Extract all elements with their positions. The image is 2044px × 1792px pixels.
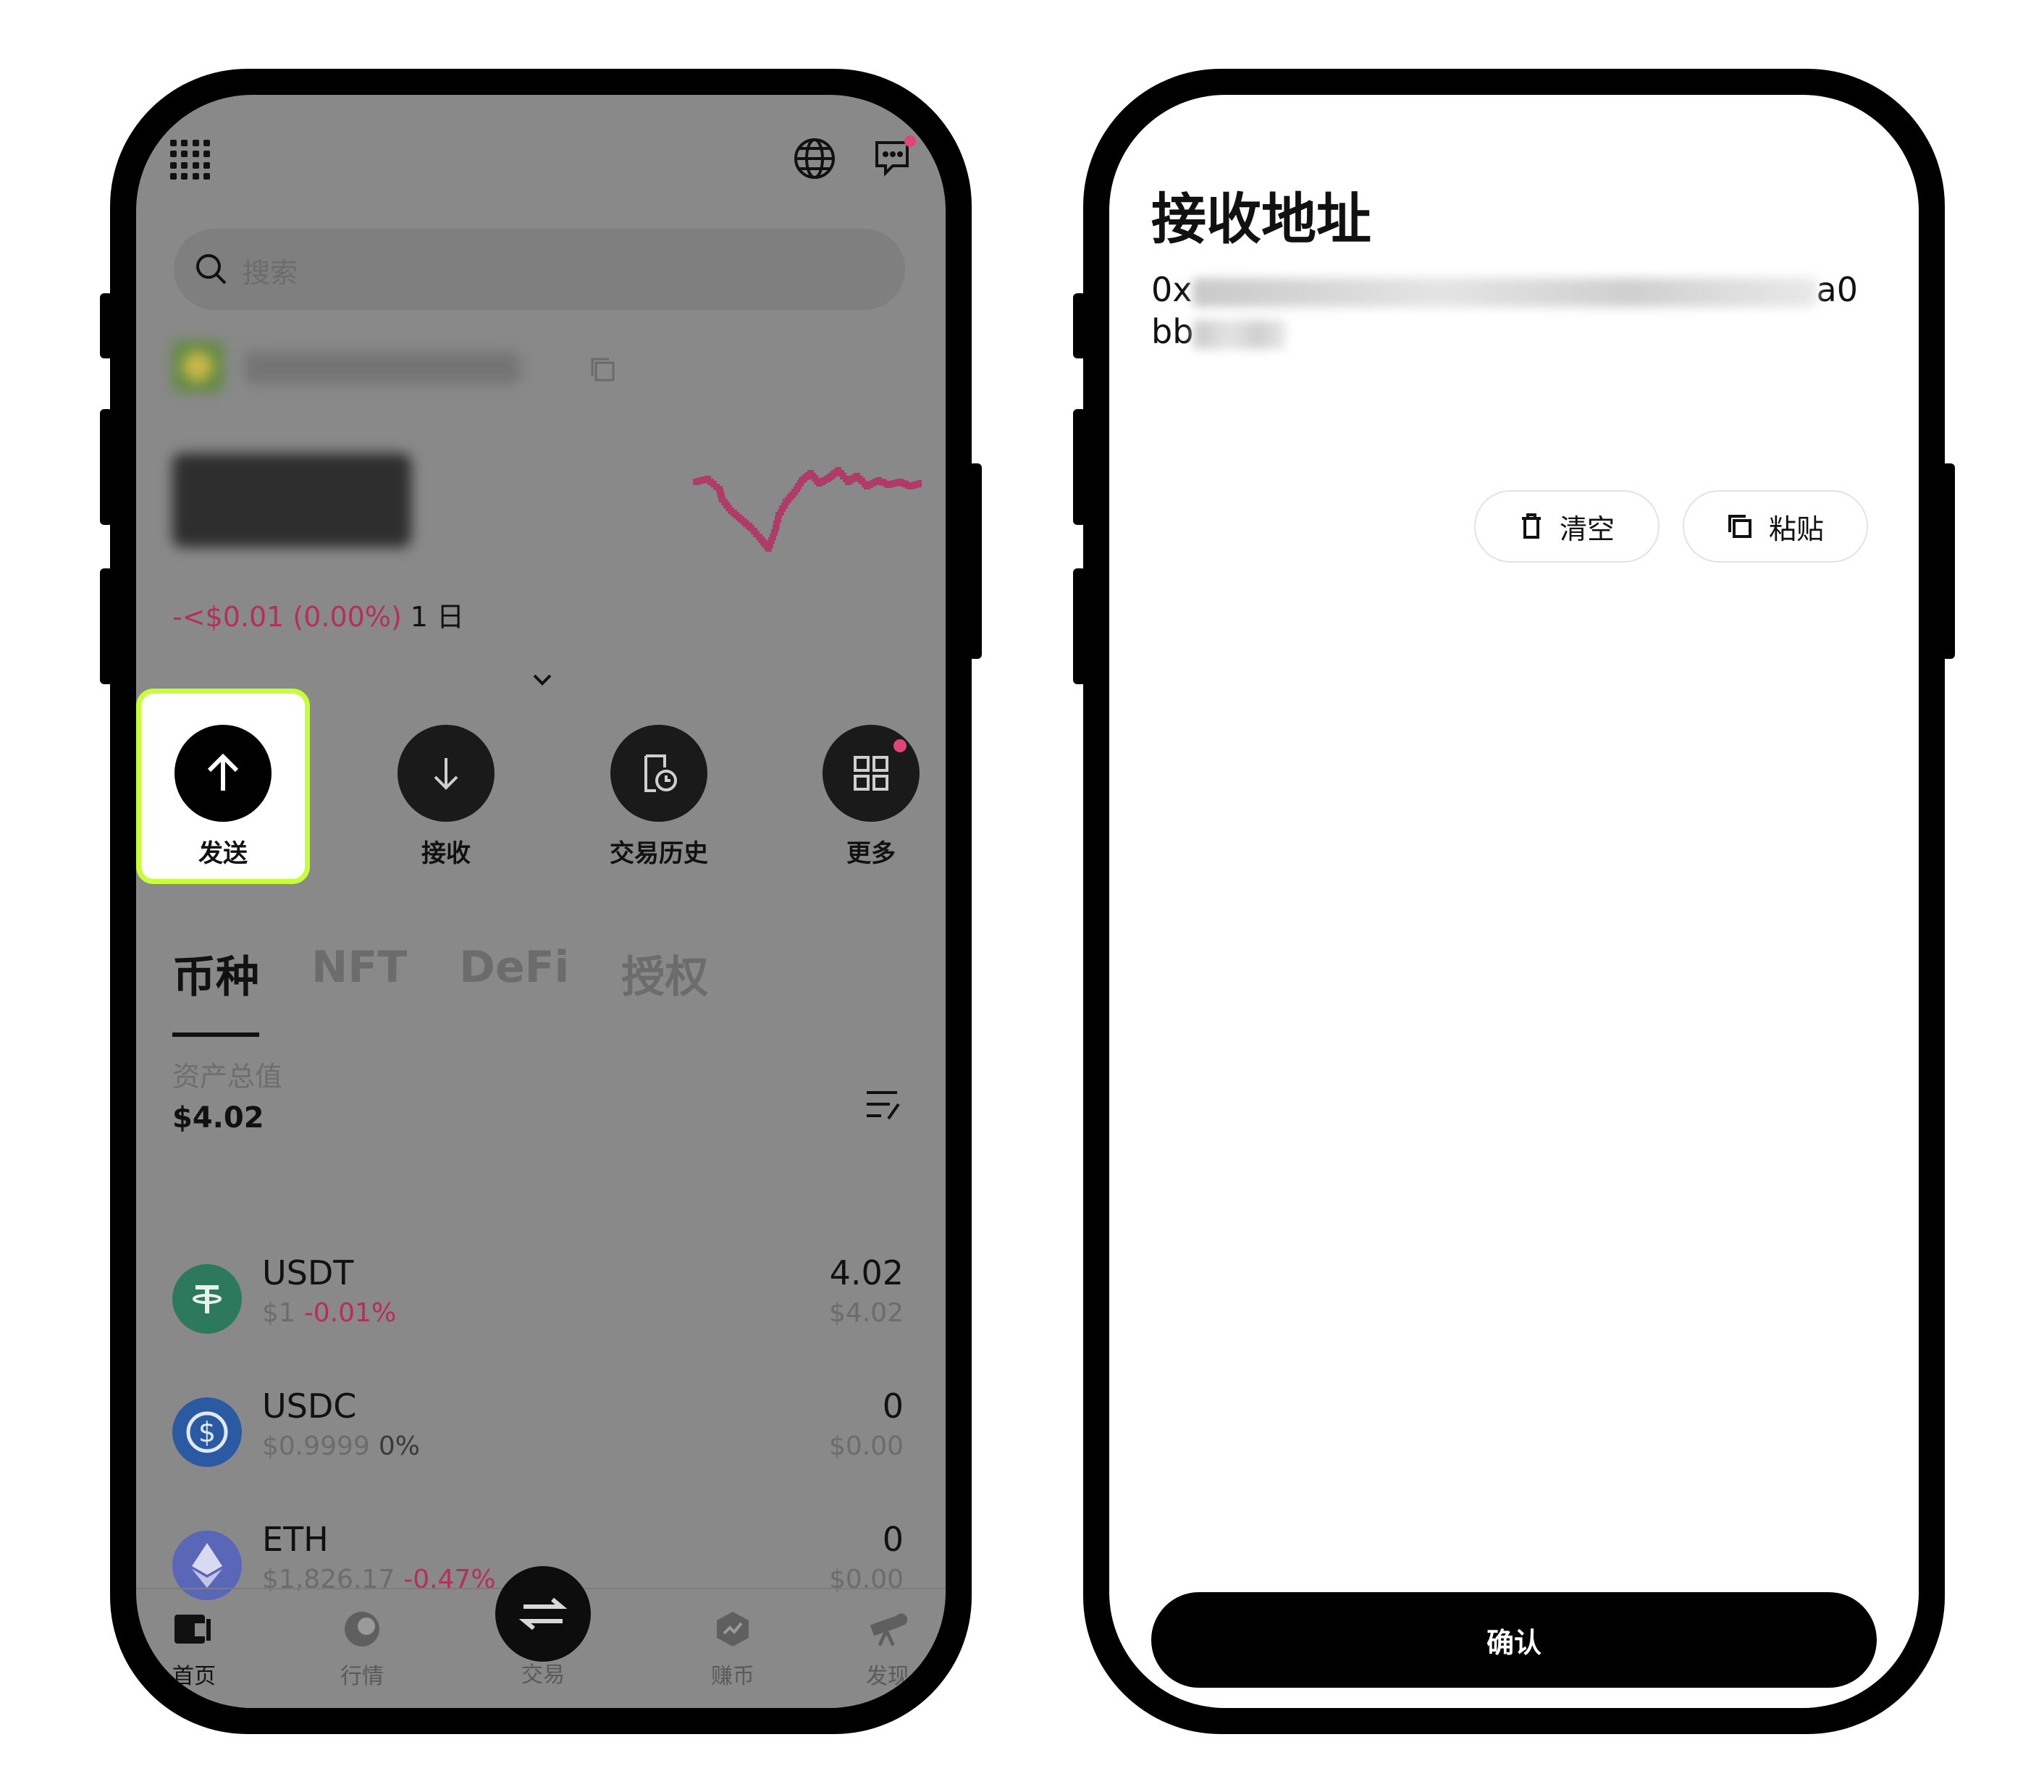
- arrow-up-icon: [174, 725, 272, 822]
- sort-icon[interactable]: [864, 1087, 903, 1126]
- history-label: 交易历史: [610, 839, 708, 868]
- asset-value: $4.02: [828, 1298, 904, 1328]
- notification-dot: [893, 739, 907, 752]
- address-blurred: [1193, 319, 1287, 349]
- total-assets-value: $4.02: [172, 1101, 264, 1135]
- asset-row-usdt[interactable]: USDT $1 -0.01% 4.02 $4.02: [172, 1253, 904, 1355]
- telescope-icon: [866, 1607, 909, 1651]
- tab-approvals[interactable]: 授权: [621, 942, 708, 1005]
- phone-side-button: [100, 293, 113, 358]
- nav-home[interactable]: 首页: [136, 1589, 252, 1708]
- asset-name: ETH: [262, 1520, 329, 1559]
- phone-frame-left: 搜索 -<$0.01 (0.00%) 1 日 发送 接收 交易历史 更多 币种 …: [100, 69, 982, 1734]
- message-icon[interactable]: [871, 134, 919, 185]
- balance-sparkline: [693, 467, 922, 552]
- copy-icon: [1728, 515, 1751, 538]
- tab-nft[interactable]: NFT: [311, 942, 407, 1005]
- search-input[interactable]: 搜索: [174, 229, 905, 310]
- phone-side-button: [1942, 463, 1955, 659]
- wallet-avatar: [172, 341, 223, 392]
- phone-frame-right: 接收地址 0x a0 bb 清空 粘贴 确认: [1073, 69, 1955, 1734]
- more-label: 更多: [846, 839, 896, 868]
- confirm-button[interactable]: 确认: [1151, 1592, 1877, 1688]
- phone-side-button: [1073, 409, 1086, 525]
- asset-amount: 0: [882, 1387, 904, 1426]
- receive-button[interactable]: 接收: [359, 689, 533, 884]
- usdc-coin-icon: $: [172, 1397, 242, 1467]
- sparkline-pixel: [917, 480, 922, 487]
- asset-name: USDT: [262, 1253, 354, 1292]
- phone-side-button: [1073, 293, 1086, 358]
- wallet-name-blurred: [245, 352, 520, 384]
- trash-icon: [1521, 513, 1541, 539]
- asset-amount: 0: [882, 1520, 904, 1559]
- page-title: 接收地址: [1151, 187, 1371, 251]
- wallet-home-screen: 搜索 -<$0.01 (0.00%) 1 日 发送 接收 交易历史 更多 币种 …: [136, 95, 946, 1708]
- asset-price: $0.9999 0%: [262, 1431, 420, 1461]
- wallet-balance-blurred: [172, 453, 411, 547]
- total-assets-label: 资产总值: [172, 1061, 283, 1093]
- more-button[interactable]: 更多: [784, 689, 946, 884]
- clear-button[interactable]: 清空: [1474, 490, 1660, 563]
- send-button[interactable]: 发送: [136, 689, 310, 884]
- phone-side-button: [969, 463, 982, 659]
- asset-tabs: 币种 NFT DeFi 授权: [172, 942, 708, 1037]
- tab-tokens[interactable]: 币种: [172, 942, 259, 1037]
- tab-defi[interactable]: DeFi: [459, 942, 569, 1005]
- search-placeholder: 搜索: [243, 257, 298, 289]
- asset-value: $0.00: [828, 1431, 904, 1461]
- wallet-icon: [172, 1607, 216, 1651]
- phone-side-button: [100, 409, 113, 525]
- nav-market[interactable]: 行情: [304, 1589, 420, 1708]
- asset-row-usdc[interactable]: $ USDC $0.9999 0% 0 $0.00: [172, 1387, 904, 1488]
- copy-icon[interactable]: [589, 356, 618, 387]
- market-icon: [340, 1607, 384, 1651]
- balance-change: -<$0.01 (0.00%) 1 日: [172, 601, 465, 633]
- nav-earn[interactable]: 赚币: [675, 1589, 791, 1708]
- phone-side-button: [100, 568, 113, 684]
- apps-grid-icon[interactable]: [170, 140, 211, 180]
- receive-label: 接收: [421, 839, 471, 868]
- grid-icon: [823, 725, 920, 822]
- address-blurred: [1192, 277, 1817, 307]
- trade-button[interactable]: [495, 1566, 591, 1662]
- usdt-coin-icon: [172, 1264, 242, 1334]
- globe-icon[interactable]: [791, 135, 838, 185]
- search-icon: [196, 254, 227, 285]
- scan-icon[interactable]: [1862, 95, 1891, 105]
- asset-name: USDC: [262, 1387, 357, 1426]
- earn-icon: [711, 1607, 754, 1651]
- nav-discover[interactable]: 发现: [830, 1589, 946, 1708]
- send-label: 发送: [198, 839, 248, 868]
- history-button[interactable]: 交易历史: [572, 689, 746, 884]
- trade-label: 交易: [521, 1662, 565, 1688]
- chevron-down-icon[interactable]: [531, 673, 553, 690]
- asset-price: $1 -0.01%: [262, 1298, 397, 1328]
- history-icon: [610, 725, 707, 822]
- paste-button[interactable]: 粘贴: [1683, 490, 1868, 563]
- address-input[interactable]: 0x a0 bb: [1151, 269, 1875, 353]
- swap-icon: [519, 1597, 567, 1631]
- phone-side-button: [1073, 568, 1086, 684]
- receive-address-screen: 接收地址 0x a0 bb 清空 粘贴 确认: [1109, 95, 1919, 1708]
- svg-text:$: $: [198, 1416, 216, 1448]
- asset-amount: 4.02: [829, 1253, 904, 1292]
- arrow-down-icon: [398, 725, 495, 822]
